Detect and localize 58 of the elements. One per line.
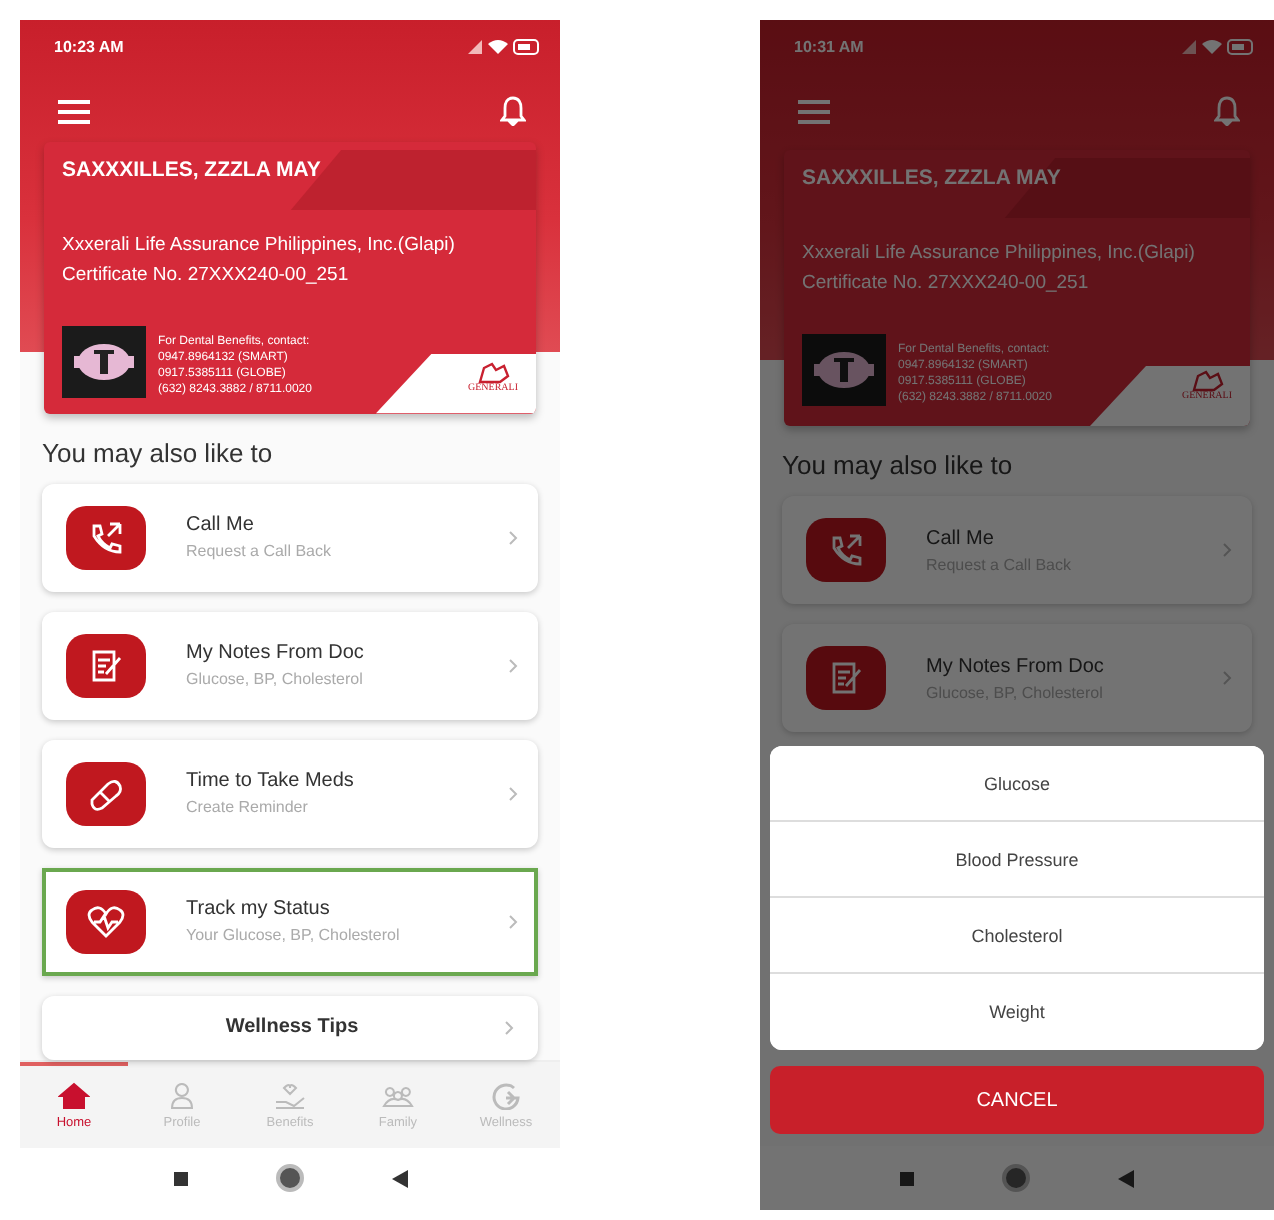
feature-title: Call Me: [926, 527, 996, 549]
feature-icon: [806, 518, 886, 582]
chevron-icon: [508, 785, 518, 802]
home-circle-icon[interactable]: [275, 1164, 303, 1193]
member-name: SAXXXILLES, ZZZLA MAY: [62, 158, 323, 183]
certificate-number: Certificate No. 27XXX240-00_251: [62, 262, 351, 291]
recent-apps-icon[interactable]: [173, 1171, 187, 1186]
people-group-icon: [382, 1082, 414, 1111]
feature-title: Time to Take Meds: [186, 770, 356, 793]
feature-icon: [66, 633, 146, 698]
feature-title: Call Me: [186, 514, 256, 537]
section-title: You may also like to: [782, 450, 1015, 480]
feature-title: My Notes From Doc: [186, 642, 366, 665]
menu-icon[interactable]: [798, 99, 830, 123]
option-button[interactable]: Glucose: [770, 746, 1264, 822]
circle-arrow-icon: [490, 1082, 522, 1111]
back-triangle-icon[interactable]: [391, 1169, 407, 1188]
chevron-icon: [508, 657, 518, 674]
home-icon: [58, 1082, 90, 1111]
person-icon: [166, 1082, 198, 1111]
feature-subtitle: Your Glucose, BP, Cholesterol: [186, 926, 402, 945]
certificate-number: Certificate No. 27XXX240-00_251: [802, 270, 1091, 298]
dental-emblem-logo: [62, 326, 146, 399]
feature-icon: [66, 761, 146, 826]
feature-icon: [806, 646, 886, 710]
feature-card[interactable]: Track my Status Your Glucose, BP, Cholesterol: [42, 867, 538, 976]
home-circle-icon[interactable]: [1002, 1164, 1030, 1192]
feature-subtitle: Glucose, BP, Cholesterol: [186, 670, 365, 689]
feature-title: Track my Status: [186, 898, 332, 921]
dental-emblem-logo: [802, 334, 886, 406]
feature-card[interactable]: Time to Take Meds Create Reminder: [42, 739, 538, 848]
status-icons: [468, 37, 540, 55]
feature-title: My Notes From Doc: [926, 655, 1106, 677]
insurer-name: Xxxerali Life Assurance Philippines, Inc.(Glapi): [802, 240, 1197, 268]
chevron-icon: [1222, 670, 1232, 686]
notification-bell-icon[interactable]: [1214, 96, 1240, 126]
cancel-button[interactable]: CANCEL: [770, 1066, 1264, 1134]
menu-icon[interactable]: [58, 99, 90, 123]
hand-heart-icon: [274, 1082, 306, 1111]
member-name: SAXXXILLES, ZZZLA MAY: [802, 166, 1063, 190]
chevron-icon: [504, 1019, 514, 1036]
feature-card[interactable]: My Notes From Doc Glucose, BP, Cholesterol: [42, 611, 538, 720]
link-card[interactable]: Wellness Tips: [42, 995, 538, 1060]
feature-icon: [66, 505, 146, 570]
status-icons: [1182, 37, 1254, 55]
chevron-icon: [1222, 542, 1232, 558]
chevron-icon: [508, 529, 518, 546]
chevron-icon: [508, 913, 518, 930]
feature-card[interactable]: Call Me Request a Call Back: [42, 483, 538, 592]
status-time: 10:23 AM: [54, 37, 124, 55]
notification-bell-icon[interactable]: [500, 96, 526, 126]
feature-subtitle: Create Reminder: [186, 798, 310, 817]
feature-icon: [66, 889, 146, 954]
section-title: You may also like to: [42, 437, 275, 468]
link-title: Wellness Tips: [225, 1016, 359, 1039]
insurer-name: Xxxerali Life Assurance Philippines, Inc.(Glapi): [62, 232, 457, 261]
status-time: 10:31 AM: [794, 37, 864, 55]
feature-subtitle: Request a Call Back: [186, 542, 333, 561]
